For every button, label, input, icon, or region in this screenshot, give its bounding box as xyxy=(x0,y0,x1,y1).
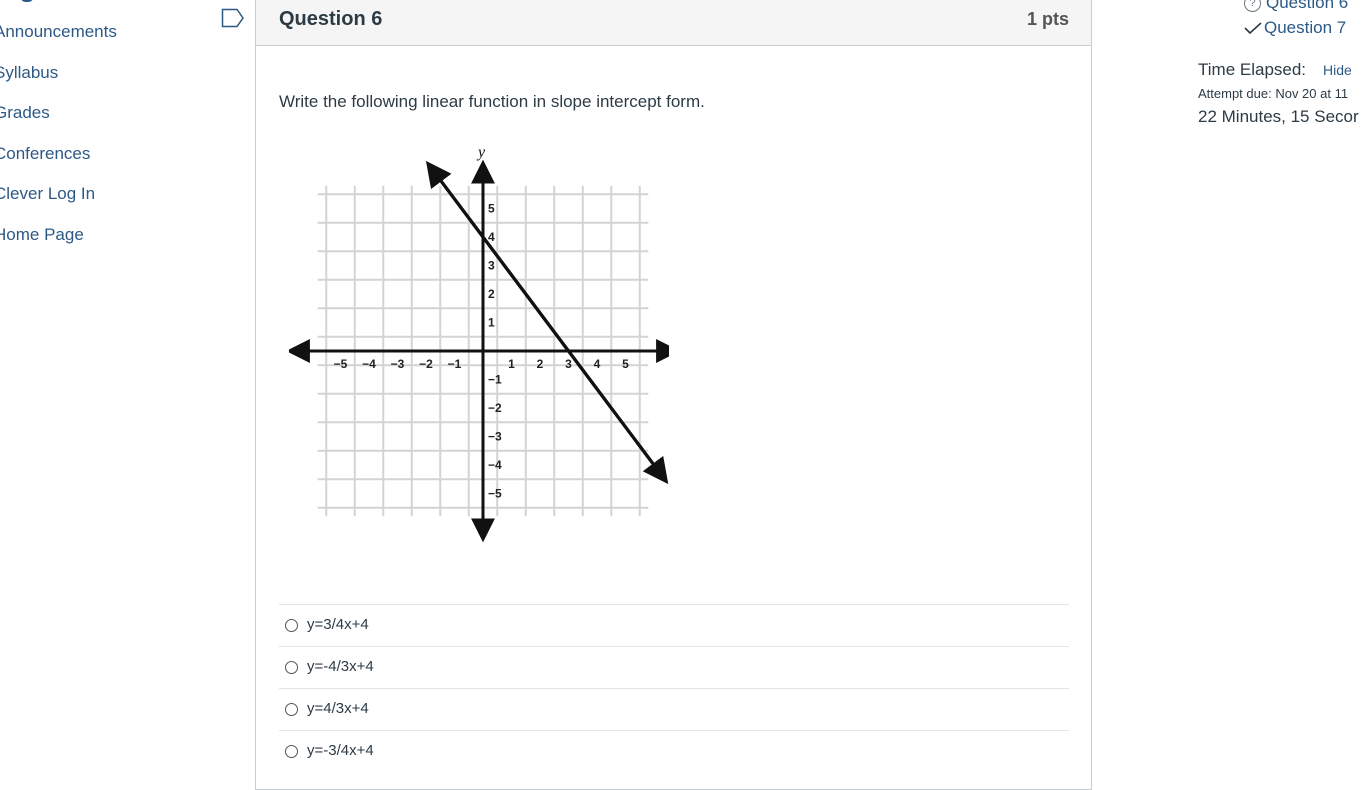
y-tick-label: −5 xyxy=(488,487,502,501)
flag-question-icon[interactable] xyxy=(221,8,245,33)
x-tick-label: 2 xyxy=(537,357,544,371)
question-title: Question 6 xyxy=(279,8,383,30)
x-tick-label: −1 xyxy=(448,357,462,371)
function-line xyxy=(430,167,669,485)
answer-label: y=-3/4x+4 xyxy=(307,742,374,759)
sidebar-question-7-link[interactable]: Question 7 xyxy=(1244,18,1346,40)
y-tick-label: −2 xyxy=(488,401,502,415)
answer-option[interactable]: y=4/3x+4 xyxy=(279,688,1069,730)
attempt-due-text: Attempt due: Nov 20 at 11 xyxy=(1198,86,1349,101)
y-axis-label: y xyxy=(476,144,486,161)
x-tick-label: 4 xyxy=(594,357,601,371)
checkmark-icon xyxy=(1244,20,1264,40)
y-tick-label: 3 xyxy=(488,259,495,273)
x-tick-label: 3 xyxy=(565,357,572,371)
y-tick-label: −3 xyxy=(488,430,502,444)
x-tick-label: −2 xyxy=(419,357,433,371)
sidebar-question-label: Question 7 xyxy=(1264,18,1347,37)
nav-item-grades[interactable]: Grades xyxy=(0,103,50,123)
y-tick-label: 5 xyxy=(488,202,495,216)
answer-label: y=-4/3x+4 xyxy=(307,658,374,675)
nav-item-clever-log-in[interactable]: Clever Log In xyxy=(0,184,95,204)
question-card: Question 6 1 pts Write the following lin… xyxy=(255,0,1092,790)
question-circle-icon: ? xyxy=(1244,0,1261,12)
sidebar-question-6-link[interactable]: ? Question 6 xyxy=(1244,0,1348,13)
nav-item-syllabus[interactable]: Syllabus xyxy=(0,63,58,83)
answer-radio[interactable] xyxy=(285,703,298,716)
y-tick-label: −4 xyxy=(488,458,502,472)
answer-option[interactable]: y=3/4x+4 xyxy=(279,604,1069,646)
question-points: 1 pts xyxy=(1026,9,1069,29)
nav-item-cutoff xyxy=(20,0,34,2)
question-text: Write the following linear function in s… xyxy=(279,92,705,111)
x-tick-label: −3 xyxy=(391,357,405,371)
question-header: Question 6 1 pts xyxy=(256,0,1091,46)
y-tick-label: 4 xyxy=(488,230,495,244)
y-tick-label: −1 xyxy=(488,373,502,387)
answer-list: y=3/4x+4 y=-4/3x+4 y=4/3x+4 y=-3/4x+4 xyxy=(279,604,1069,772)
x-tick-label: 5 xyxy=(622,357,629,371)
x-tick-label: 1 xyxy=(508,357,515,371)
x-tick-label: −4 xyxy=(362,357,376,371)
sidebar-question-label: Question 6 xyxy=(1266,0,1349,12)
answer-option[interactable]: y=-4/3x+4 xyxy=(279,646,1069,688)
answer-radio[interactable] xyxy=(285,661,298,674)
coordinate-graph: xy−5−4−3−2−11234554321−1−2−3−4−5 xyxy=(289,144,669,543)
elapsed-time-value: 22 Minutes, 15 Secor xyxy=(1198,107,1359,126)
nav-item-home-page[interactable]: Home Page xyxy=(0,225,84,245)
answer-radio[interactable] xyxy=(285,745,298,758)
answer-option[interactable]: y=-3/4x+4 xyxy=(279,730,1069,772)
answer-label: y=3/4x+4 xyxy=(307,616,369,633)
y-tick-label: 1 xyxy=(488,316,495,330)
x-tick-label: −5 xyxy=(334,357,348,371)
answer-radio[interactable] xyxy=(285,619,298,632)
nav-item-conferences[interactable]: Conferences xyxy=(0,144,90,164)
answer-label: y=4/3x+4 xyxy=(307,700,369,717)
y-tick-label: 2 xyxy=(488,287,495,301)
hide-timer-link[interactable]: Hide xyxy=(1323,62,1352,78)
time-elapsed-label: Time Elapsed: xyxy=(1198,60,1307,79)
nav-item-announcements[interactable]: Announcements xyxy=(0,22,117,42)
